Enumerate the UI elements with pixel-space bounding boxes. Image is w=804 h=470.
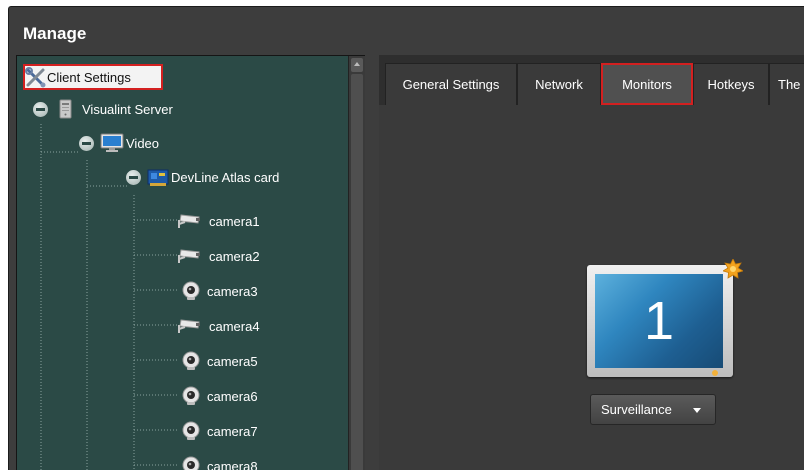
tab-themes[interactable]: The bbox=[769, 63, 804, 105]
tree-item-label: camera1 bbox=[209, 214, 260, 229]
tree-item-label: camera5 bbox=[207, 354, 258, 369]
tab-hotkeys[interactable]: Hotkeys bbox=[693, 63, 769, 105]
tree-item-client-settings[interactable]: Client Settings bbox=[23, 64, 163, 90]
tools-icon bbox=[25, 67, 45, 87]
webcam-icon bbox=[181, 456, 201, 470]
webcam-icon bbox=[181, 421, 201, 441]
manage-window: Manage bbox=[8, 6, 804, 470]
webcam-icon bbox=[181, 386, 201, 406]
tab-general-settings[interactable]: General Settings bbox=[385, 63, 517, 105]
gear-badge-icon bbox=[723, 259, 743, 279]
monitor-screen: 1 bbox=[595, 274, 723, 368]
monitor-tile[interactable]: 1 bbox=[587, 265, 733, 377]
scroll-up-arrow-icon[interactable] bbox=[351, 58, 363, 72]
tree-item-camera[interactable]: camera5 bbox=[181, 350, 258, 372]
settings-tabs: General Settings Network Monitors Hotkey… bbox=[379, 63, 804, 105]
tree-item-label: camera8 bbox=[207, 459, 258, 470]
tree-item-label: camera7 bbox=[207, 424, 258, 439]
status-led bbox=[712, 370, 718, 376]
tree-item-label: DevLine Atlas card bbox=[171, 170, 279, 185]
tree-item-camera[interactable]: camera7 bbox=[181, 420, 258, 442]
tree-item-camera[interactable]: camera3 bbox=[181, 280, 258, 302]
panel-splitter[interactable] bbox=[365, 55, 373, 470]
tree-scrollbar[interactable] bbox=[348, 56, 365, 470]
monitor-icon bbox=[100, 133, 124, 153]
tree-item-video[interactable]: Video bbox=[79, 132, 159, 154]
tree-item-label: camera3 bbox=[207, 284, 258, 299]
window-title: Manage bbox=[23, 24, 86, 44]
webcam-icon bbox=[181, 351, 201, 371]
tree-item-label: camera6 bbox=[207, 389, 258, 404]
tree-item-camera[interactable]: camera8 bbox=[181, 455, 258, 470]
scrollbar-thumb[interactable] bbox=[351, 74, 363, 470]
tab-network[interactable]: Network bbox=[517, 63, 601, 105]
capture-card-icon bbox=[147, 167, 169, 187]
tree-item-camera[interactable]: camera4 bbox=[177, 315, 260, 337]
tree-item-label: Video bbox=[126, 136, 159, 151]
collapse-toggle-icon[interactable] bbox=[79, 136, 94, 151]
settings-panel: General Settings Network Monitors Hotkey… bbox=[379, 55, 804, 470]
server-icon bbox=[56, 99, 76, 119]
cctv-camera-icon bbox=[177, 316, 203, 336]
cctv-camera-icon bbox=[177, 246, 203, 266]
settings-tree: Client Settings Visualint Server bbox=[16, 55, 366, 470]
cctv-camera-icon bbox=[177, 211, 203, 231]
tree-item-camera[interactable]: camera2 bbox=[177, 245, 260, 267]
tree-item-server[interactable]: Visualint Server bbox=[33, 98, 173, 120]
webcam-icon bbox=[181, 281, 201, 301]
monitor-mode-value: Surveillance bbox=[601, 402, 672, 417]
monitor-number: 1 bbox=[644, 290, 674, 352]
tree-item-capture-card[interactable]: DevLine Atlas card bbox=[126, 166, 279, 188]
tree-item-camera[interactable]: camera6 bbox=[181, 385, 258, 407]
tree-item-label: camera4 bbox=[209, 319, 260, 334]
monitors-content: 1 Surveillance bbox=[379, 105, 804, 470]
tree-item-label: Visualint Server bbox=[82, 102, 173, 117]
monitor-mode-select[interactable]: Surveillance bbox=[590, 394, 716, 425]
tree-item-label: Client Settings bbox=[47, 70, 131, 85]
collapse-toggle-icon[interactable] bbox=[33, 102, 48, 117]
chevron-down-icon bbox=[693, 408, 701, 413]
collapse-toggle-icon[interactable] bbox=[126, 170, 141, 185]
tree-item-camera[interactable]: camera1 bbox=[177, 210, 260, 232]
tab-monitors[interactable]: Monitors bbox=[601, 63, 693, 105]
tree-item-label: camera2 bbox=[209, 249, 260, 264]
